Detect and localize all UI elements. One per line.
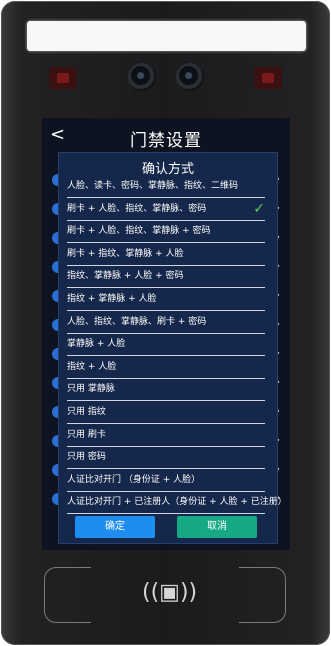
verify-option-label: 刷卡 + 人脸、指纹、掌静脉 + 密码 — [67, 226, 211, 237]
check-icon: ✓ — [253, 200, 265, 217]
verify-option-label: 只用 掌静脉 — [67, 384, 115, 395]
verify-option-label: 只用 指纹 — [67, 407, 106, 417]
page-title: 门禁设置 — [130, 131, 202, 151]
device-screen: < 门禁设置 ›››››››››››› 确认方式 人脸、读卡、密码、掌静脉、指纹… — [42, 118, 290, 550]
verify-option[interactable]: 指纹 + 掌静脉 + 人脸 — [67, 289, 265, 311]
verify-option-label: 指纹 + 掌静脉 + 人脸 — [67, 294, 157, 304]
reader-frame-right — [239, 567, 286, 623]
verify-option-label: 只用 密码 — [67, 452, 106, 463]
verify-method-dialog: 确认方式 人脸、读卡、密码、掌静脉、指纹、二维码 刷卡 + 人脸、指纹、掌静脉、密… — [58, 152, 287, 544]
verify-option-label: 掌静脉 + 人脸 — [67, 339, 126, 350]
verify-option[interactable]: 只用 掌静脉 — [67, 379, 265, 402]
verify-option[interactable]: 掌静脉 + 人脸 — [67, 334, 265, 357]
verify-option[interactable]: 人脸、读卡、密码、掌静脉、指纹、二维码 — [67, 176, 265, 198]
verify-option[interactable]: 人证比对开门 + 已注册人（身份证 + 人脸 + 已注册） — [67, 492, 287, 515]
verify-option-label: 指纹、掌静脉 + 人脸 + 密码 — [67, 271, 184, 282]
verify-option[interactable]: 刷卡 + 人脸、指纹、掌静脉、密码 ✓ — [67, 199, 265, 221]
verify-option-label: 人证比对开门 （身份证 + 人脸） — [67, 474, 201, 485]
verify-option[interactable]: 指纹 + 人脸 — [67, 357, 265, 379]
infrared-light-right — [254, 67, 282, 89]
dialog-title: 确认方式 — [141, 162, 194, 177]
verify-option-label: 人脸、读卡、密码、掌静脉、指纹、二维码 — [67, 181, 239, 191]
verify-option-label: 刷卡 + 指纹、掌静脉 + 人脸 — [67, 248, 184, 259]
verify-option-label: 指纹 + 人脸 — [67, 361, 117, 372]
verify-option[interactable]: 只用 刷卡 — [67, 425, 265, 447]
camera-lens-right — [176, 63, 204, 91]
nfc-card-reader-icon: ((▣)) — [142, 580, 198, 605]
verify-option-label: 人证比对开门 + 已注册人（身份证 + 人脸 + 已注册） — [67, 497, 287, 508]
reader-frame-left — [44, 567, 91, 623]
verify-option[interactable]: 只用 密码 — [67, 447, 265, 470]
verify-option[interactable]: 刷卡 + 指纹、掌静脉 + 人脸 — [67, 244, 265, 266]
infrared-light-left — [49, 67, 77, 89]
verify-option-label: 只用 刷卡 — [67, 429, 106, 440]
confirm-button[interactable]: 确定 — [75, 516, 155, 538]
verify-option[interactable]: 刷卡 + 人脸、指纹、掌静脉 + 密码 — [67, 221, 265, 244]
verify-option[interactable]: 指纹、掌静脉 + 人脸 + 密码 — [67, 266, 265, 289]
verify-option-label: 人脸、指纹、掌静脉、刷卡 + 密码 — [67, 316, 207, 327]
card-reader-panel: ((▣)) — [44, 563, 286, 625]
verify-option[interactable]: 人证比对开门 （身份证 + 人脸） — [67, 470, 265, 492]
verify-option[interactable]: 只用 指纹 — [67, 402, 265, 424]
fill-light-bar — [27, 21, 306, 51]
top-bar: < 门禁设置 — [42, 118, 290, 152]
camera-lens-left — [128, 63, 156, 91]
verify-option[interactable]: 人脸、指纹、掌静脉、刷卡 + 密码 — [67, 312, 265, 334]
cancel-button[interactable]: 取消 — [177, 516, 257, 538]
verify-option-label: 刷卡 + 人脸、指纹、掌静脉、密码 — [67, 203, 207, 214]
